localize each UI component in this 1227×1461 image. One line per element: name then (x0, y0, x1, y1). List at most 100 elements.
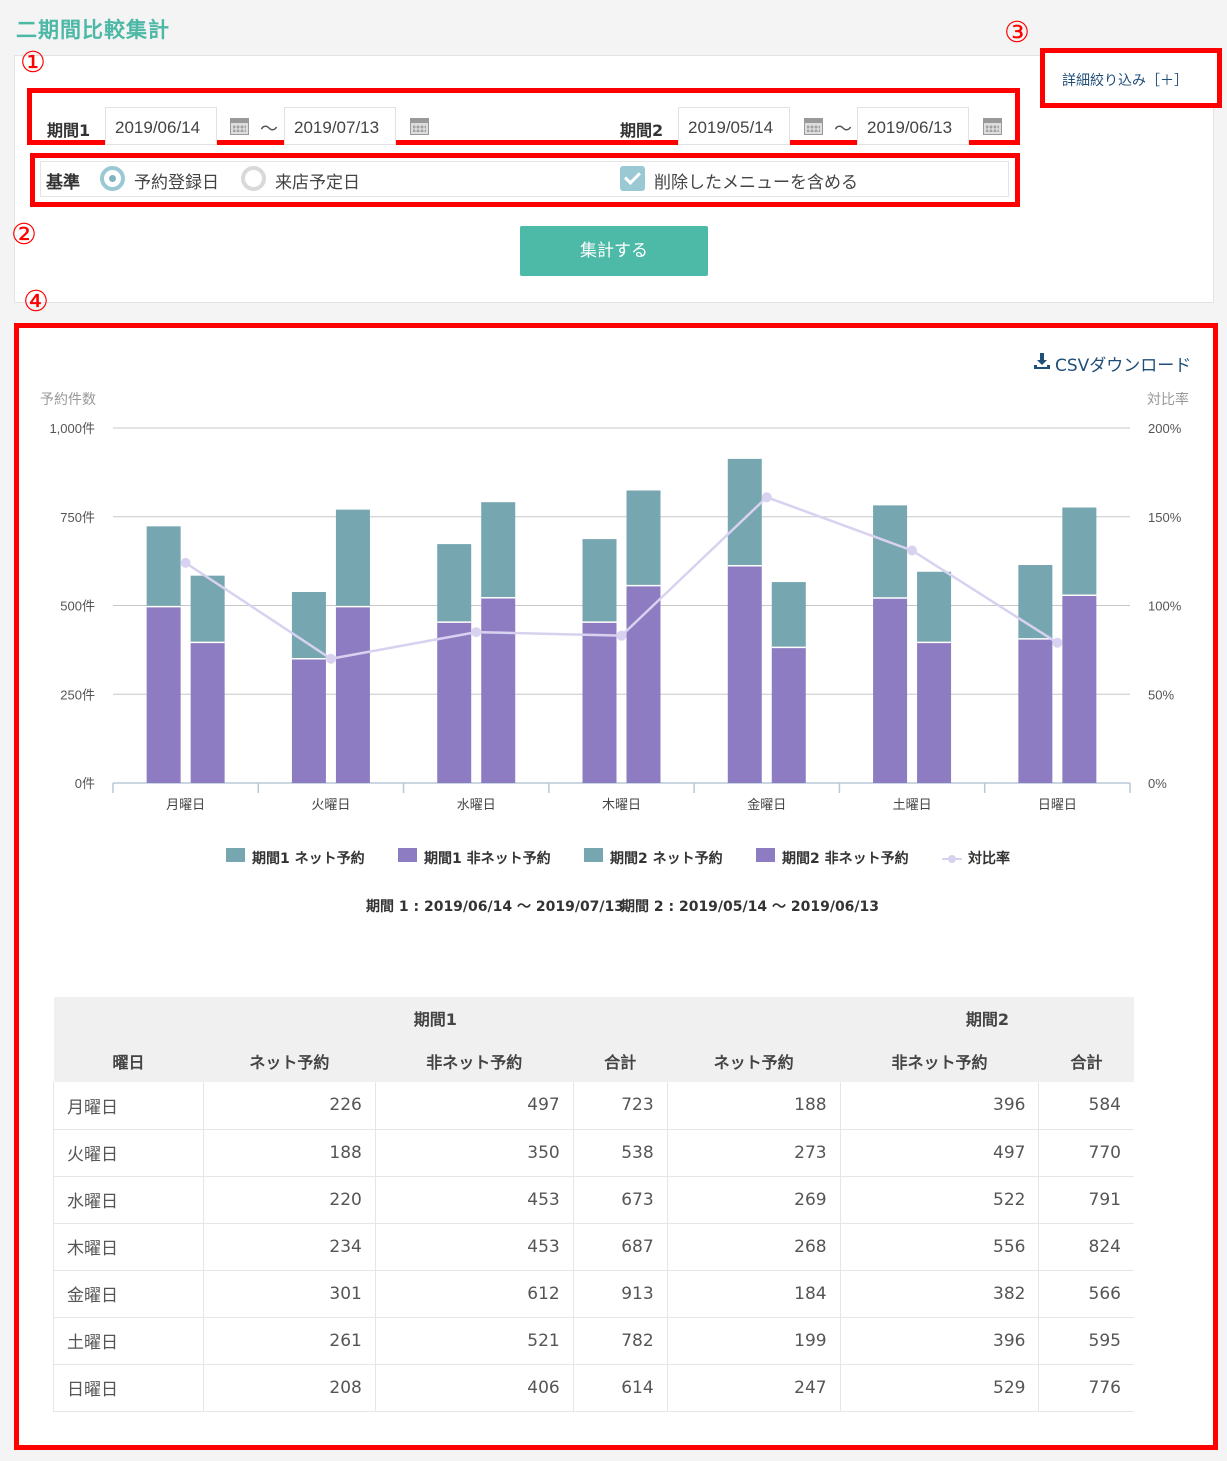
table-cell-value: 521 (375, 1317, 574, 1365)
x-tick-label: 日曜日 (1038, 798, 1077, 813)
bar-segment-non-net (1018, 638, 1053, 783)
table-cell-value: 529 (840, 1364, 1040, 1412)
table-header-empty (53, 997, 204, 1039)
legend-swatch (584, 848, 603, 862)
table-cell-value: 208 (203, 1364, 376, 1412)
bar-segment-net (1062, 507, 1097, 596)
table-cell-value: 453 (375, 1176, 574, 1224)
bar-segment-non-net (190, 642, 225, 783)
x-tick-label: 木曜日 (602, 798, 641, 813)
table-cell-value: 247 (667, 1364, 841, 1412)
table-row: 金曜日 301 612 913 184 382 566 (53, 1270, 1134, 1318)
table-cell-value: 612 (375, 1270, 574, 1318)
table-cell-weekday: 木曜日 (53, 1223, 204, 1271)
x-tick-label: 火曜日 (311, 798, 350, 813)
bar-segment-non-net (1062, 595, 1097, 783)
bar-segment-non-net (437, 622, 472, 783)
bar-segment-non-net (146, 606, 181, 783)
table-column-header: 非ネット予約 (840, 1039, 1039, 1082)
table-group-header-period1: 期間1 (203, 997, 668, 1039)
ratio-point (761, 492, 772, 503)
table-column-header: 曜日 (53, 1039, 204, 1082)
period1-caption: 期間 1 : 2019/06/14 ～ 2019/07/13 (366, 899, 625, 915)
table-cell-value: 234 (203, 1223, 376, 1271)
bar-segment-net (771, 582, 806, 648)
bar-segment-net (626, 490, 661, 586)
ratio-point (907, 545, 918, 556)
y-tick-label: 1,000件 (49, 421, 95, 436)
ratio-point (471, 627, 482, 638)
table-cell-weekday: 金曜日 (53, 1270, 204, 1318)
legend-item[interactable]: 対比率 (968, 848, 1010, 868)
x-tick-label: 月曜日 (166, 798, 205, 813)
y2-tick-label: 150% (1148, 510, 1182, 525)
table-cell-value: 913 (573, 1270, 668, 1318)
table-cell-value: 566 (1038, 1270, 1134, 1318)
bar-segment-net (917, 571, 952, 643)
bar-segment-net (146, 526, 181, 607)
table-cell-weekday: 土曜日 (53, 1317, 204, 1365)
bar-segment-non-net (727, 565, 762, 783)
ratio-point (325, 653, 336, 664)
table-row: 木曜日 234 453 687 268 556 824 (53, 1223, 1134, 1271)
table-column-header: 非ネット予約 (375, 1039, 574, 1082)
table-cell-value: 497 (375, 1082, 574, 1130)
legend-item[interactable]: 期間1 ネット予約 (252, 848, 365, 868)
x-tick-label: 土曜日 (893, 798, 932, 813)
table-cell-value: 791 (1038, 1176, 1134, 1224)
table-cell-value: 350 (375, 1129, 574, 1177)
ratio-point (616, 630, 627, 641)
table-cell-value: 687 (573, 1223, 668, 1271)
table-cell-value: 538 (573, 1129, 668, 1177)
comparison-table: 期間1 期間2 曜日 ネット予約 非ネット予約 合計 ネット予約 非ネット予約 合計 月曜日… (53, 997, 1134, 1412)
table-cell-value: 199 (667, 1317, 841, 1365)
bar-segment-non-net (481, 597, 516, 783)
bar-segment-non-net (917, 642, 952, 783)
bar-segment-non-net (771, 647, 806, 783)
table-cell-value: 770 (1038, 1129, 1134, 1177)
legend-item[interactable]: 期間2 非ネット予約 (782, 848, 909, 868)
table-cell-value: 595 (1038, 1317, 1134, 1365)
y2-tick-label: 0% (1148, 776, 1167, 791)
table-cell-value: 776 (1038, 1364, 1134, 1412)
x-tick-label: 金曜日 (747, 797, 786, 813)
table-group-header-period2: 期間2 (667, 997, 1134, 1039)
period2-caption: 期間 2 : 2019/05/14 ～ 2019/06/13 (621, 899, 880, 915)
y-tick-label: 750件 (60, 510, 95, 525)
bar-segment-net (582, 539, 617, 623)
y2-tick-label: 50% (1148, 687, 1174, 702)
ratio-point (180, 557, 191, 568)
table-cell-weekday: 火曜日 (53, 1129, 204, 1177)
y-tick-label: 500件 (60, 599, 95, 614)
table-cell-value: 584 (1038, 1082, 1134, 1130)
bar-segment-net (873, 505, 908, 599)
bar-segment-net (727, 458, 762, 566)
table-row: 水曜日 220 453 673 269 522 791 (53, 1176, 1134, 1224)
bar-segment-net (437, 544, 472, 623)
table-cell-value: 453 (375, 1223, 574, 1271)
table-cell-value: 382 (840, 1270, 1040, 1318)
table-cell-weekday: 月曜日 (53, 1082, 204, 1130)
table-cell-value: 188 (667, 1082, 841, 1130)
bar-segment-non-net (335, 606, 370, 783)
legend-swatch (398, 848, 417, 862)
legend-item[interactable]: 期間2 ネット予約 (610, 848, 723, 868)
table-cell-value: 556 (840, 1223, 1040, 1271)
table-row: 月曜日 226 497 723 188 396 584 (53, 1082, 1134, 1130)
y-tick-label: 250件 (60, 687, 95, 702)
table-cell-value: 226 (203, 1082, 376, 1130)
table-row: 土曜日 261 521 782 199 396 595 (53, 1317, 1134, 1365)
y2-tick-label: 200% (1148, 421, 1182, 436)
table-cell-value: 673 (573, 1176, 668, 1224)
table-cell-value: 301 (203, 1270, 376, 1318)
y-tick-label: 0件 (75, 776, 95, 791)
y2-tick-label: 100% (1148, 599, 1182, 614)
table-column-header: ネット予約 (667, 1039, 841, 1082)
bar-segment-non-net (873, 598, 908, 783)
table-cell-value: 614 (573, 1364, 668, 1412)
table-cell-value: 269 (667, 1176, 841, 1224)
legend-item[interactable]: 期間1 非ネット予約 (424, 848, 551, 868)
ratio-point (1052, 637, 1063, 648)
table-cell-value: 184 (667, 1270, 841, 1318)
legend-swatch (756, 848, 775, 862)
